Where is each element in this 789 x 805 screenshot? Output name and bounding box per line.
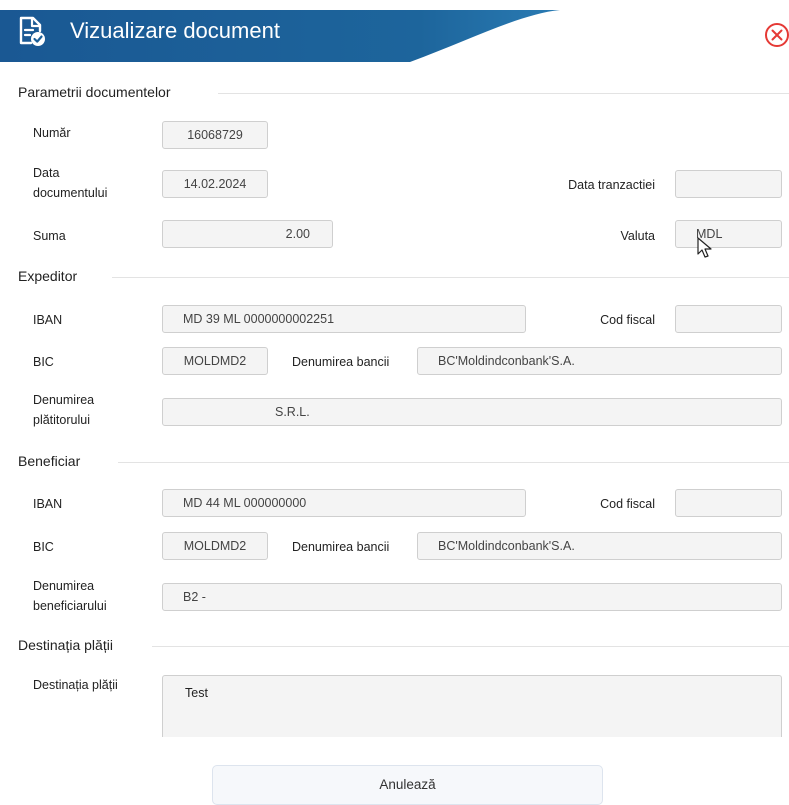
beneficiary-fiscal-field[interactable] xyxy=(675,489,782,517)
sender-fiscal-label: Cod fiscal xyxy=(600,313,655,327)
section-title-beneficiary: Beneficiar xyxy=(18,453,85,469)
section-divider xyxy=(152,646,789,647)
section-title-destination: Destinația plății xyxy=(18,637,117,653)
beneficiary-name-label-line1: Denumirea xyxy=(33,579,95,593)
number-label: Număr xyxy=(33,126,71,140)
document-check-icon xyxy=(19,16,45,46)
sender-iban-field[interactable]: MD 39 ML 0000000002251 xyxy=(162,305,526,333)
section-title-sender: Expeditor xyxy=(18,268,82,284)
payer-label-line1: Denumirea xyxy=(33,393,95,407)
sender-fiscal-field[interactable] xyxy=(675,305,782,333)
section-title-params: Parametrii documentelor xyxy=(18,84,175,100)
mouse-cursor-icon xyxy=(697,237,712,258)
close-circle-icon[interactable] xyxy=(764,22,789,48)
cancel-button[interactable]: Anulează xyxy=(212,765,603,805)
tx-date-field[interactable] xyxy=(675,170,782,198)
section-divider xyxy=(218,93,789,94)
sender-bic-field[interactable]: MOLDMD2 xyxy=(162,347,268,375)
beneficiary-bank-label: Denumirea bancii xyxy=(292,540,390,554)
beneficiary-fiscal-label: Cod fiscal xyxy=(600,497,655,511)
destination-textarea[interactable]: Test xyxy=(162,675,782,737)
payer-name-field[interactable]: S.R.L. xyxy=(162,398,782,426)
beneficiary-iban-label: IBAN xyxy=(33,497,63,511)
doc-date-label-line2: documentului xyxy=(33,186,108,200)
sender-iban-label: IBAN xyxy=(33,313,63,327)
sender-bank-field[interactable]: BC'Moldindconbank'S.A. xyxy=(417,347,782,375)
currency-label: Valuta xyxy=(620,229,655,243)
beneficiary-bic-field[interactable]: MOLDMD2 xyxy=(162,532,268,560)
doc-date-label-line1: Data xyxy=(33,166,60,180)
tx-date-label: Data tranzactiei xyxy=(568,178,655,192)
sender-bic-label: BIC xyxy=(33,355,54,369)
section-divider xyxy=(112,277,789,278)
section-divider xyxy=(118,462,789,463)
destination-label: Destinația plății xyxy=(33,678,118,692)
sum-field[interactable]: 2.00 xyxy=(162,220,333,248)
beneficiary-bank-field[interactable]: BC'Moldindconbank'S.A. xyxy=(417,532,782,560)
dialog-header: Vizualizare document xyxy=(0,0,789,62)
beneficiary-bic-label: BIC xyxy=(33,540,54,554)
doc-date-field[interactable]: 14.02.2024 xyxy=(162,170,268,198)
payer-label-line2: plătitorului xyxy=(33,413,90,427)
beneficiary-name-field[interactable]: B2 - xyxy=(162,583,782,611)
sender-bank-label: Denumirea bancii xyxy=(292,355,390,369)
beneficiary-name-label-line2: beneficiarului xyxy=(33,599,107,613)
beneficiary-iban-field[interactable]: MD 44 ML 000000000 xyxy=(162,489,526,517)
currency-field[interactable]: MDL xyxy=(675,220,782,248)
page-title: Vizualizare document xyxy=(70,18,280,43)
sum-label: Suma xyxy=(33,229,66,243)
number-field[interactable]: 16068729 xyxy=(162,121,268,149)
